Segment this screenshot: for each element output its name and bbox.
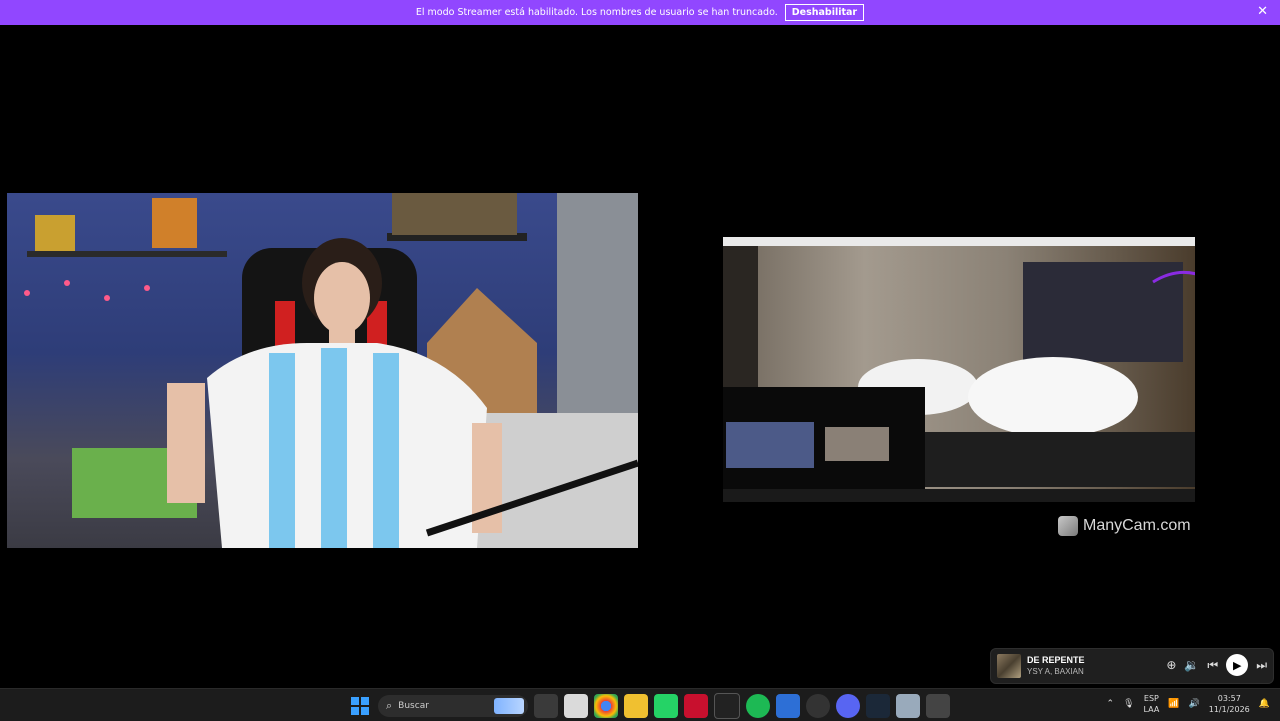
language-indicator[interactable]: ESP LAA bbox=[1144, 693, 1160, 715]
language-code: ESP bbox=[1143, 694, 1159, 703]
taskbar-apps: ⌕ Buscar bbox=[348, 693, 950, 719]
search-icon: ⌕ bbox=[386, 699, 393, 712]
media-player-flyout: DE REPENTE YSY A, BAXIAN ⊕ 🔉 ⏮ ▶ ⏭ bbox=[990, 648, 1274, 684]
play-button[interactable]: ▶ bbox=[1226, 654, 1249, 676]
close-icon[interactable]: ✕ bbox=[1257, 4, 1268, 19]
keyboard bbox=[923, 432, 1195, 487]
clock-time: 03:57 bbox=[1217, 694, 1241, 703]
streamer-mode-message: El modo Streamer está habilitado. Los no… bbox=[415, 7, 778, 18]
microphone-icon[interactable]: 🎙 bbox=[1123, 699, 1134, 709]
embedded-thumbnail bbox=[726, 422, 814, 468]
media-controls: ⊕ 🔉 ⏮ ▶ ⏭ bbox=[1166, 654, 1267, 676]
disable-streamer-mode-button[interactable]: Deshabilitar bbox=[784, 4, 865, 21]
track-title: DE REPENTE bbox=[1027, 655, 1085, 665]
chrome-icon[interactable] bbox=[594, 694, 618, 718]
chair-accent bbox=[275, 301, 295, 346]
next-track-icon[interactable]: ⏭ bbox=[1256, 658, 1267, 673]
poster bbox=[35, 215, 75, 255]
shelf bbox=[27, 251, 227, 257]
string-light bbox=[24, 290, 30, 296]
screen-share-video-tile[interactable] bbox=[723, 237, 1195, 502]
bm-app-icon[interactable] bbox=[714, 693, 740, 719]
jersey-stripe bbox=[269, 353, 295, 548]
search-placeholder: Buscar bbox=[398, 701, 429, 711]
steam-icon[interactable] bbox=[866, 694, 890, 718]
taskbar-search[interactable]: ⌕ Buscar bbox=[378, 695, 528, 717]
shelf-items bbox=[392, 193, 517, 235]
manycam-label: ManyCam.com bbox=[1083, 517, 1191, 534]
previous-track-icon[interactable]: ⏮ bbox=[1207, 658, 1218, 673]
string-light bbox=[64, 280, 70, 286]
webcam-scene bbox=[24, 193, 638, 548]
wifi-icon[interactable]: 📶 bbox=[1168, 699, 1179, 709]
jersey-stripe bbox=[373, 353, 399, 548]
store-icon[interactable] bbox=[564, 694, 588, 718]
album-art bbox=[997, 654, 1021, 678]
whatsapp-icon[interactable] bbox=[654, 694, 678, 718]
clock-date: 11/1/2026 bbox=[1208, 705, 1250, 714]
screen-share-scene bbox=[723, 237, 1195, 502]
track-artist: YSY A, BAXIAN bbox=[1027, 667, 1084, 676]
windows-start-icon[interactable] bbox=[348, 694, 372, 718]
jersey-stripe bbox=[321, 348, 347, 548]
video-app-icon[interactable] bbox=[684, 694, 708, 718]
task-icon[interactable] bbox=[926, 694, 950, 718]
volume-icon[interactable]: 🔊 bbox=[1189, 699, 1200, 709]
steam-alt-icon[interactable] bbox=[806, 694, 830, 718]
taskbar: ⌕ Buscar ⌃ 🎙 ESP LAA 📶 🔊 03:57 11/1/2026 bbox=[0, 688, 1280, 721]
chevron-up-icon[interactable]: ⌃ bbox=[1107, 699, 1115, 709]
arm bbox=[167, 383, 205, 503]
balloon bbox=[968, 357, 1138, 437]
search-highlight-icon bbox=[494, 698, 524, 714]
app-icon[interactable] bbox=[776, 694, 800, 718]
streamer-mode-banner: El modo Streamer está habilitado. Los no… bbox=[0, 0, 1280, 25]
embedded-taskbar bbox=[723, 489, 1195, 502]
track-info: DE REPENTE YSY A, BAXIAN bbox=[1027, 654, 1085, 678]
notification-icon[interactable]: 🔔 bbox=[1259, 699, 1270, 709]
poster bbox=[152, 198, 197, 248]
manycam-logo-icon bbox=[1058, 516, 1078, 536]
add-icon[interactable]: ⊕ bbox=[1166, 658, 1176, 672]
keyboard-layout: LAA bbox=[1143, 705, 1160, 714]
task-view-icon[interactable] bbox=[534, 694, 558, 718]
string-light bbox=[104, 295, 110, 301]
face bbox=[314, 262, 370, 334]
embedded-thumbnail bbox=[825, 427, 889, 461]
volume-icon[interactable]: 🔉 bbox=[1184, 658, 1199, 672]
file-explorer-icon[interactable] bbox=[624, 694, 648, 718]
system-tray: ⌃ 🎙 ESP LAA 📶 🔊 03:57 11/1/2026 🔔 bbox=[1107, 693, 1270, 715]
manycam-watermark: ManyCam.com bbox=[1058, 516, 1191, 536]
clock[interactable]: 03:57 11/1/2026 bbox=[1209, 693, 1250, 715]
spotify-icon[interactable] bbox=[746, 694, 770, 718]
screenshot-icon[interactable] bbox=[896, 694, 920, 718]
discord-icon[interactable] bbox=[836, 694, 860, 718]
window-titlebar bbox=[723, 237, 1195, 246]
string-light bbox=[144, 285, 150, 291]
webcam-video-tile[interactable] bbox=[7, 193, 638, 548]
